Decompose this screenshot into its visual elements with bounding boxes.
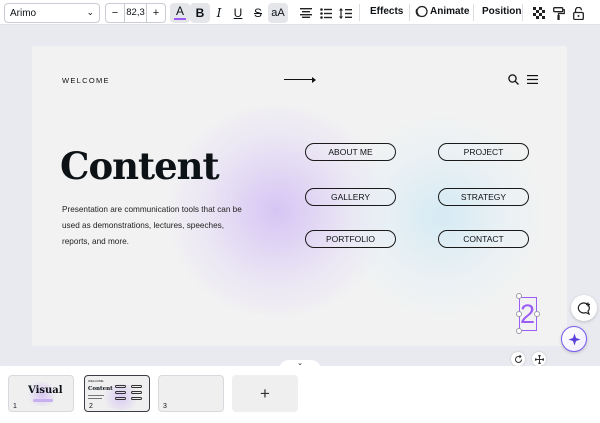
resize-handle[interactable] (516, 328, 522, 334)
plus-icon: + (260, 383, 270, 403)
line-spacing-button[interactable] (335, 3, 355, 23)
align-center-icon (300, 8, 312, 18)
toolbar-divider (473, 4, 474, 21)
page-thumbnail-2[interactable]: WELCOME Content 2 (84, 375, 150, 412)
letter-case-button[interactable]: aA (268, 3, 288, 23)
slide-page-number[interactable]: 2 (520, 298, 535, 330)
sparkle-icon (568, 333, 580, 345)
rotate-icon (514, 354, 522, 363)
magic-assistant-button[interactable] (561, 326, 587, 352)
resize-handle[interactable] (516, 293, 522, 299)
thumbnail-title: Content (88, 386, 113, 392)
hamburger-menu-icon (527, 75, 538, 84)
bullet-list-button[interactable] (316, 3, 336, 23)
text-color-swatch (174, 18, 186, 20)
lock-button[interactable] (568, 3, 588, 23)
contact-button[interactable]: CONTACT (438, 230, 529, 248)
thumbnail-text-line (88, 398, 102, 399)
strikethrough-button[interactable]: S (248, 3, 268, 23)
text-color-button[interactable]: A (170, 3, 190, 23)
toolbar-divider (409, 4, 410, 21)
animate-icon (415, 5, 428, 18)
font-family-value: Arimo (10, 7, 37, 19)
italic-button[interactable]: I (209, 3, 229, 23)
slide-heading[interactable]: Content (60, 144, 220, 188)
portfolio-button[interactable]: PORTFOLIO (305, 230, 396, 248)
toolbar-divider (522, 4, 523, 21)
thumbnail-pill (131, 391, 142, 394)
page-number-label: 1 (13, 403, 17, 410)
paint-format-button[interactable] (549, 3, 569, 23)
resize-handle[interactable] (516, 311, 522, 317)
paint-roller-icon (553, 6, 565, 20)
strategy-button[interactable]: STRATEGY (438, 188, 529, 206)
slide-canvas[interactable]: WELCOME Content Presentation are communi… (32, 46, 567, 346)
text-color-icon: A (175, 4, 184, 18)
slide-welcome-label: WELCOME (62, 76, 110, 85)
bold-button[interactable]: B (190, 3, 210, 23)
font-family-select[interactable]: Arimo ⌄ (4, 3, 100, 23)
page-thumbnail-3[interactable]: 3 (158, 375, 224, 412)
line-spacing-icon (338, 7, 352, 19)
thumbnail-welcome: WELCOME (88, 379, 104, 383)
slide-body-text[interactable]: Presentation are communication tools tha… (62, 202, 242, 250)
lock-icon (572, 6, 584, 20)
align-center-button[interactable] (296, 3, 316, 23)
position-button[interactable]: Position (482, 6, 521, 17)
decrease-size-button[interactable]: − (106, 7, 124, 19)
toolbar-divider (359, 4, 360, 21)
project-button[interactable]: PROJECT (438, 143, 529, 161)
arrow-right-icon (284, 79, 314, 80)
move-icon (534, 354, 544, 364)
move-handle[interactable] (532, 352, 546, 366)
animate-button[interactable]: Animate (430, 6, 469, 17)
font-size-input[interactable]: 82,3 (124, 4, 147, 22)
add-page-button[interactable]: + (232, 375, 298, 412)
gallery-button[interactable]: GALLERY (305, 188, 396, 206)
thumbnail-pill (115, 397, 126, 400)
editor-toolbar: Arimo ⌄ − 82,3 + A B I U S aA Effects An… (0, 0, 600, 25)
thumbnail-bar (33, 399, 53, 402)
page-number-label: 2 (89, 403, 93, 410)
collapse-pages-button[interactable]: ⌄ (279, 360, 321, 370)
thumbnail-pill (115, 391, 126, 394)
about-me-button[interactable]: ABOUT ME (305, 143, 396, 161)
page-thumbnail-1[interactable]: Visual 1 (8, 375, 74, 412)
chevron-down-icon: ⌄ (86, 7, 94, 17)
effects-button[interactable]: Effects (370, 6, 403, 17)
page-number-label: 3 (163, 403, 167, 410)
comment-add-icon (577, 301, 590, 315)
arrow-head (312, 76, 316, 83)
search-icon (508, 74, 519, 85)
transparency-icon (533, 7, 545, 19)
resize-handle[interactable] (534, 311, 540, 317)
rotate-handle[interactable] (511, 352, 525, 366)
thumbnail-pill (131, 397, 142, 400)
underline-button[interactable]: U (228, 3, 248, 23)
thumbnail-pill (131, 385, 142, 388)
thumbnail-pill (115, 385, 126, 388)
thumbnail-title: Visual (28, 385, 63, 396)
add-comment-button[interactable] (571, 295, 597, 321)
chevron-down-icon: ⌄ (297, 360, 303, 367)
thumbnail-text-line (88, 395, 104, 396)
bullet-list-icon (320, 7, 332, 19)
font-size-stepper[interactable]: − 82,3 + (105, 3, 166, 23)
increase-size-button[interactable]: + (147, 7, 165, 19)
transparency-button[interactable] (529, 3, 549, 23)
